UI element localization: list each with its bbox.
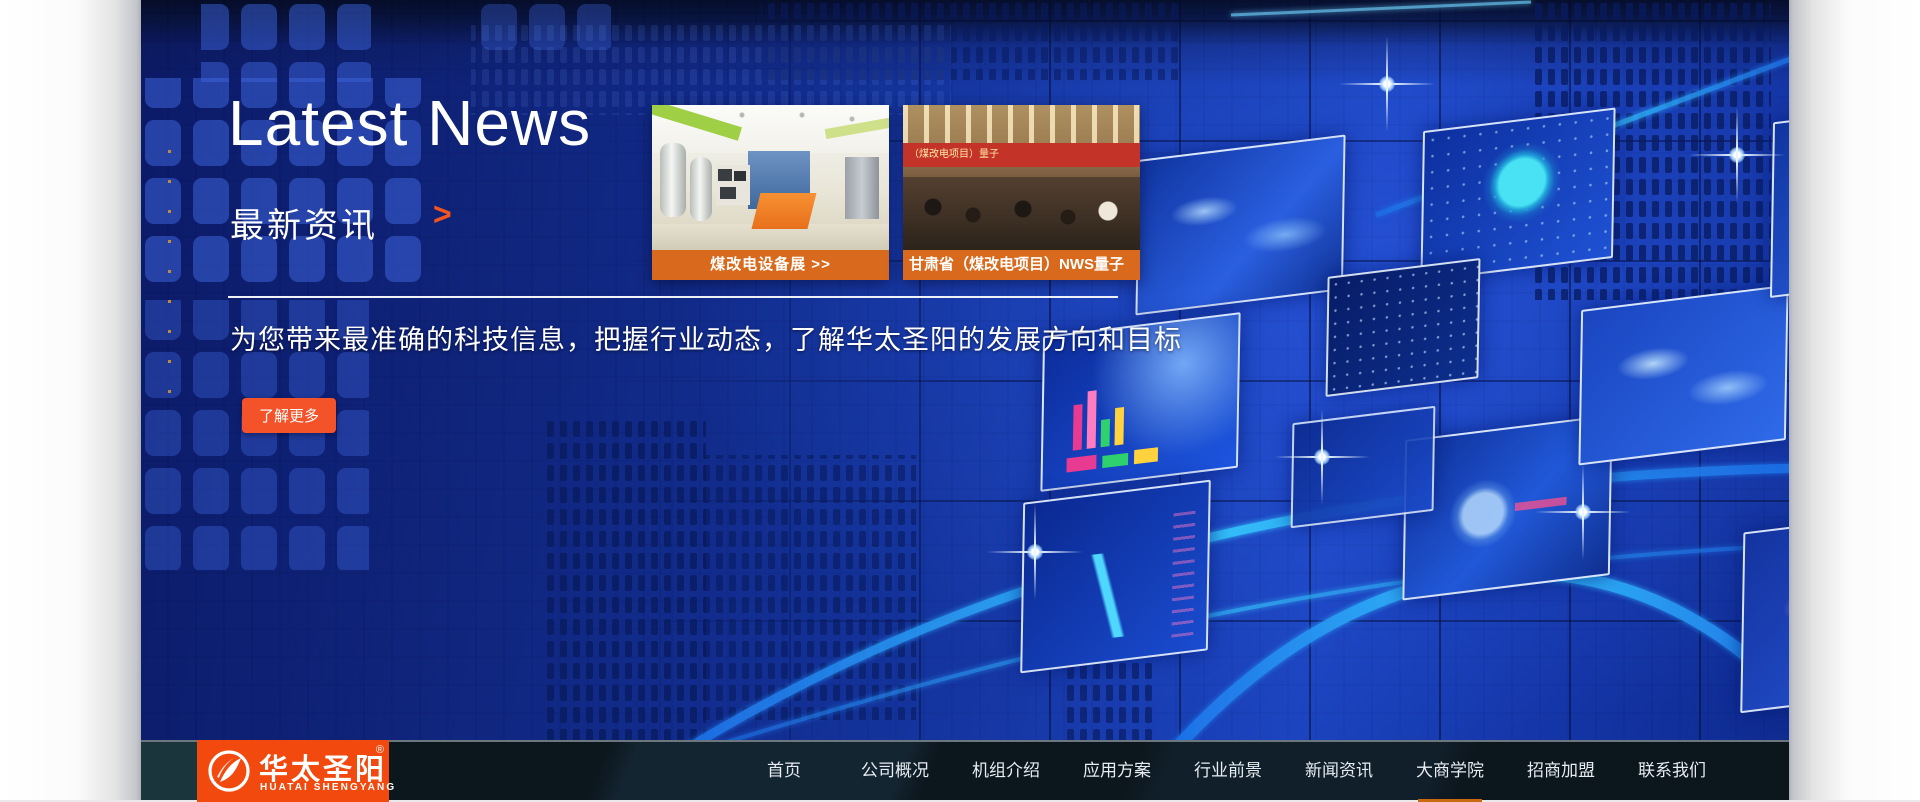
nav-item-home[interactable]: 首页 bbox=[750, 742, 818, 802]
photo-detail-shelf bbox=[716, 165, 750, 205]
photo-banner: （煤改电项目）量子 bbox=[903, 143, 1140, 167]
nav-item-solutions[interactable]: 应用方案 bbox=[1083, 742, 1151, 802]
nav-item-units[interactable]: 机组介绍 bbox=[972, 742, 1040, 802]
news-card-exhibition[interactable]: 煤改电设备展 >> bbox=[652, 105, 889, 280]
news-photo-showroom bbox=[652, 105, 889, 250]
photo-detail-unit bbox=[845, 157, 879, 219]
news-card-caption[interactable]: 甘肃省（煤改电项目）NWS量子 bbox=[903, 250, 1140, 280]
hero-divider bbox=[228, 296, 1118, 298]
floating-screen-map-pink bbox=[1740, 506, 1789, 713]
news-card-caption[interactable]: 煤改电设备展 >> bbox=[652, 250, 889, 280]
floating-screen-market bbox=[1020, 480, 1211, 674]
photo-detail-audience bbox=[903, 177, 1140, 250]
nav-menu: 首页 公司概况 机组介绍 应用方案 行业前景 新闻资讯 大商学院 招商加盟 联系… bbox=[750, 742, 1706, 802]
nav-item-academy[interactable]: 大商学院 bbox=[1416, 742, 1484, 802]
photo-detail-orange-desk bbox=[752, 193, 817, 229]
hero-more-arrow[interactable]: > bbox=[433, 196, 452, 233]
page-margin-right bbox=[1789, 0, 1920, 800]
photo-detail-water-heater bbox=[690, 157, 712, 221]
floating-screen-small bbox=[1291, 406, 1436, 529]
floating-screen-globe bbox=[1420, 107, 1615, 281]
bottom-navbar: 华太圣阳 HUATAI SHENGYANG ® 首页 公司概况 机组介绍 应用方… bbox=[141, 740, 1789, 800]
page-stage: Latest News 最新资讯 > 为您带来最准确的科技信息，把握行业动态，了… bbox=[141, 0, 1789, 800]
hero-heading-zh: 最新资讯 bbox=[230, 198, 378, 247]
floating-screen-worldmap bbox=[1578, 285, 1788, 466]
photo-detail-chandeliers bbox=[903, 105, 1140, 145]
dotted-accent-column bbox=[168, 150, 171, 420]
hero-banner: Latest News 最新资讯 > 为您带来最准确的科技信息，把握行业动态，了… bbox=[141, 0, 1789, 740]
page-margin-left bbox=[0, 0, 141, 800]
news-photo-meeting: （煤改电项目）量子 bbox=[903, 105, 1140, 250]
glow-star bbox=[1339, 36, 1435, 132]
nav-item-news[interactable]: 新闻资讯 bbox=[1305, 742, 1373, 802]
nav-item-franchise[interactable]: 招商加盟 bbox=[1527, 742, 1595, 802]
logo-name-en: HUATAI SHENGYANG bbox=[260, 782, 396, 793]
hero-heading-en: Latest News bbox=[228, 86, 591, 160]
logo[interactable]: 华太圣阳 HUATAI SHENGYANG ® bbox=[197, 740, 389, 802]
floating-screen-map bbox=[1135, 135, 1345, 316]
nav-item-company[interactable]: 公司概况 bbox=[861, 742, 929, 802]
floating-screen-starfield bbox=[1326, 258, 1481, 397]
hero-description: 为您带来最准确的科技信息，把握行业动态，了解华太圣阳的发展方向和目标 bbox=[230, 318, 1182, 357]
floating-screen-edge bbox=[1770, 106, 1789, 298]
photo-detail-water-heater bbox=[660, 143, 686, 217]
nav-item-contact[interactable]: 联系我们 bbox=[1638, 742, 1706, 802]
nav-item-industry[interactable]: 行业前景 bbox=[1194, 742, 1262, 802]
registered-mark: ® bbox=[376, 744, 384, 756]
glow-star bbox=[1689, 107, 1785, 203]
news-card-meeting[interactable]: （煤改电项目）量子 甘肃省（煤改电项目）NWS量子 bbox=[903, 105, 1140, 280]
logo-swoosh-icon bbox=[207, 749, 251, 793]
learn-more-button[interactable]: 了解更多 bbox=[242, 398, 336, 433]
